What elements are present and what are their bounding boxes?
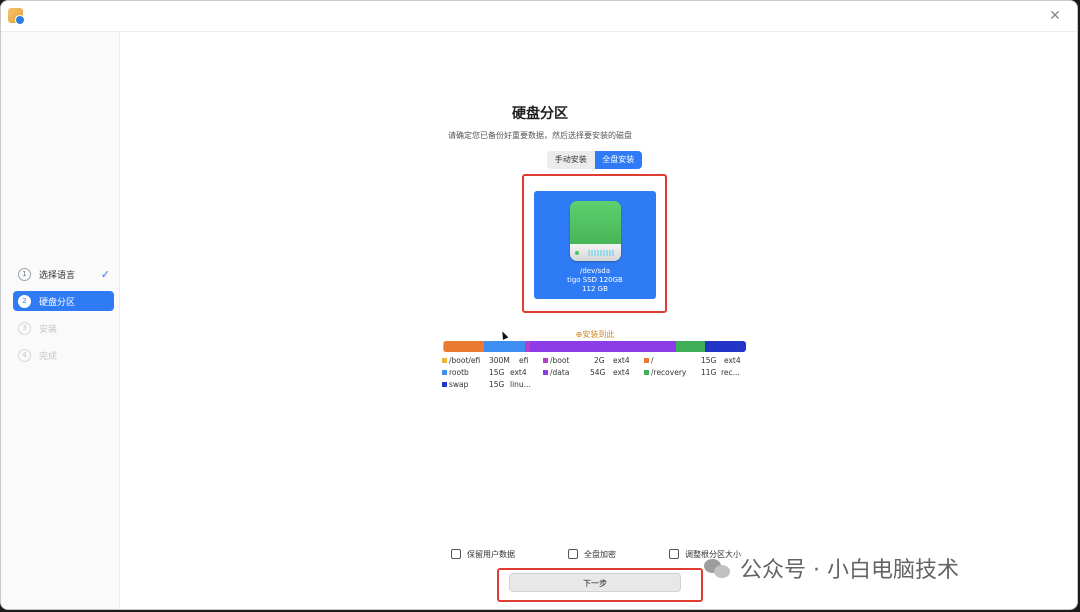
manual-install-tab[interactable]: 手动安装 [547,151,595,169]
step-label: 硬盘分区 [39,297,76,308]
next-button[interactable]: 下一步 [509,573,681,592]
checkbox-box[interactable] [451,549,461,559]
partition-size: 11G [701,368,717,377]
checkbox-label: 全盘加密 [584,549,616,559]
partition-fs: linu... [510,380,531,389]
partition-segment [443,341,485,352]
drive-led-icon [575,251,579,255]
checkbox-box[interactable] [669,549,679,559]
legend-swatch [644,358,649,363]
partition-size: 54G [590,368,606,377]
partition-bar [443,341,746,352]
close-button[interactable]: ✕ [1045,6,1065,26]
legend-swatch [442,382,447,387]
disk-device: /dev/sda [580,267,610,275]
partition-fs: rec... [721,368,740,377]
legend-swatch [442,370,447,375]
check-icon: ✓ [100,267,110,281]
partition-size: 2G [594,356,605,365]
step-label: 完成 [39,351,58,362]
step-number: 4 [18,348,31,362]
partition-name: swap [449,380,469,389]
partition-name: /recovery [651,368,687,377]
page-title: 硬盘分区 [512,106,568,122]
legend-swatch [644,370,649,375]
sidebar-step-partition[interactable]: 2 硬盘分区 [13,291,114,311]
partition-name: /boot [550,356,570,365]
watermark-text: 公众号 · 小白电脑技术 [740,558,959,583]
partition-fs: ext4 [510,368,527,377]
full-disk-install-tab[interactable]: 全盘安装 [594,151,642,169]
partition-fs: ext4 [613,356,630,365]
partition-name: / [651,356,654,365]
partition-fs: ext4 [724,356,741,365]
hard-drive-icon [570,201,621,261]
watermark: 公众号 · 小白电脑技术 [704,552,959,584]
chat-bubble-front [714,565,730,578]
step-number: 2 [18,294,31,308]
disk-model: tigo SSD 120GB [567,276,623,284]
app-icon [8,8,25,25]
partition-name: /boot/efi [449,356,481,365]
partition-size: 15G [701,356,717,365]
install-drop-icon [15,15,25,25]
full-disk-encryption-checkbox[interactable]: 全盘加密 [568,548,616,560]
checkbox-box[interactable] [568,549,578,559]
install-here-marker: ⊕安装到此 [575,330,615,339]
partition-name: rootb [449,368,469,377]
partition-size: 15G [489,368,505,377]
partition-segment [675,341,706,352]
partition-size: 15G [489,380,505,389]
page-subtitle: 请确定您已备份好重要数据，然后选择要安装的磁盘 [448,131,632,140]
partition-fs: ext4 [613,368,630,377]
legend-swatch [543,358,548,363]
legend-swatch [543,370,548,375]
step-number: 1 [18,267,31,281]
partition-fs: efi [519,356,529,365]
drive-grill-icon [588,250,614,256]
disk-capacity: 112 GB [582,285,608,293]
legend-swatch [442,358,447,363]
step-label: 选择语言 [39,270,76,281]
disk-card-sda[interactable]: /dev/sda tigo SSD 120GB 112 GB [534,191,656,299]
wechat-icon [704,557,732,579]
partition-size: 300M [489,356,510,365]
title-bar: ✕ [1,1,1077,32]
keep-user-data-checkbox[interactable]: 保留用户数据 [451,548,515,560]
install-mode-toggle: 手动安装 全盘安装 [547,151,642,169]
sidebar-step-language[interactable]: 1 选择语言 ✓ [13,264,114,284]
partition-segment [705,341,746,352]
sidebar-step-finish: 4 完成 [13,345,114,365]
checkbox-label: 保留用户数据 [467,549,515,559]
partition-segment [484,341,525,352]
partition-segment [530,341,676,352]
drive-base [570,244,621,261]
partition-name: /data [550,368,570,377]
